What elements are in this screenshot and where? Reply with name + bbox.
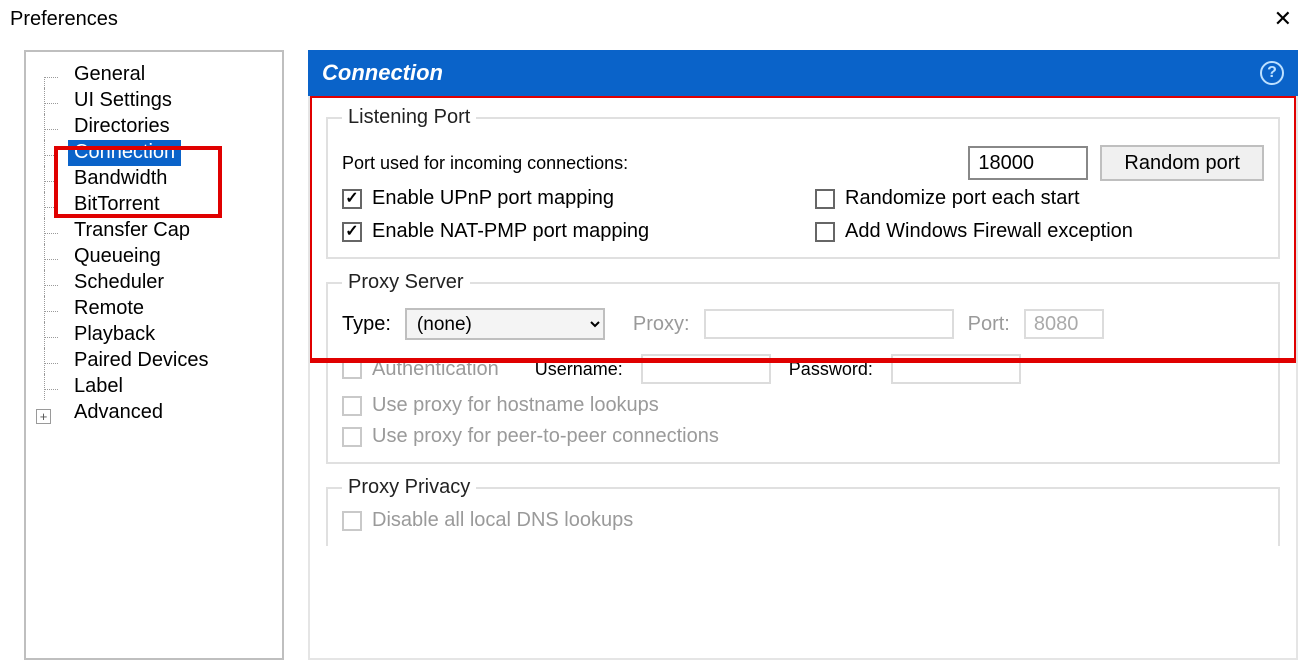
checkbox-upnp[interactable]: Enable UPnP port mapping: [342, 187, 791, 210]
checkbox-randomize-port[interactable]: Randomize port each start: [815, 187, 1264, 210]
proxy-username-label: Username:: [535, 359, 623, 380]
sidebar-item-remote[interactable]: Remote: [32, 296, 276, 322]
proxy-port-label: Port:: [968, 313, 1010, 336]
checkbox-authentication: Authentication: [342, 358, 499, 381]
sidebar-item-transfer-cap[interactable]: Transfer Cap: [32, 218, 276, 244]
proxy-type-select[interactable]: (none): [405, 308, 605, 340]
sidebar-item-ui-settings[interactable]: UI Settings: [32, 88, 276, 114]
help-icon[interactable]: ?: [1260, 61, 1284, 85]
listening-port-legend: Listening Port: [342, 106, 476, 129]
sidebar-item-bittorrent[interactable]: BitTorrent: [32, 192, 276, 218]
sidebar-item-playback[interactable]: Playback: [32, 322, 276, 348]
proxy-password-label: Password:: [789, 359, 873, 380]
sidebar-item-connection[interactable]: Connection: [32, 140, 276, 166]
checkbox-natpmp[interactable]: Enable NAT-PMP port mapping: [342, 220, 791, 243]
sidebar-item-paired-devices[interactable]: Paired Devices: [32, 348, 276, 374]
proxy-host-label: Proxy:: [633, 313, 690, 336]
close-icon[interactable]: ✕: [1268, 6, 1298, 32]
panel-header: Connection ?: [308, 50, 1298, 96]
sidebar: General UI Settings Directories Connecti…: [24, 50, 284, 660]
proxy-port-input: [1024, 309, 1104, 339]
panel-title: Connection: [322, 60, 443, 86]
proxy-type-label: Type:: [342, 313, 391, 336]
incoming-port-input[interactable]: [968, 146, 1088, 180]
sidebar-item-scheduler[interactable]: Scheduler: [32, 270, 276, 296]
proxy-username-input: [641, 354, 771, 384]
proxy-password-input: [891, 354, 1021, 384]
group-proxy-privacy: Proxy Privacy Disable all local DNS look…: [326, 476, 1280, 546]
proxy-legend: Proxy Server: [342, 271, 470, 294]
sidebar-item-label[interactable]: Label: [32, 374, 276, 400]
sidebar-item-advanced[interactable]: + Advanced: [32, 400, 276, 426]
checkbox-firewall[interactable]: Add Windows Firewall exception: [815, 220, 1264, 243]
sidebar-item-directories[interactable]: Directories: [32, 114, 276, 140]
sidebar-item-general[interactable]: General: [32, 62, 276, 88]
random-port-button[interactable]: Random port: [1100, 145, 1264, 181]
checkbox-proxy-p2p: Use proxy for peer-to-peer connections: [342, 425, 1264, 448]
incoming-port-label: Port used for incoming connections:: [342, 153, 628, 174]
checkbox-proxy-hostname: Use proxy for hostname lookups: [342, 394, 1264, 417]
sidebar-item-queueing[interactable]: Queueing: [32, 244, 276, 270]
proxy-host-input: [704, 309, 954, 339]
group-listening-port: Listening Port Port used for incoming co…: [326, 106, 1280, 259]
group-proxy-server: Proxy Server Type: (none) Proxy: Port:: [326, 271, 1280, 464]
proxy-privacy-legend: Proxy Privacy: [342, 476, 476, 499]
expand-icon[interactable]: +: [36, 409, 51, 424]
sidebar-item-bandwidth[interactable]: Bandwidth: [32, 166, 276, 192]
window-title: Preferences: [10, 8, 118, 31]
checkbox-disable-dns: Disable all local DNS lookups: [342, 509, 1264, 532]
